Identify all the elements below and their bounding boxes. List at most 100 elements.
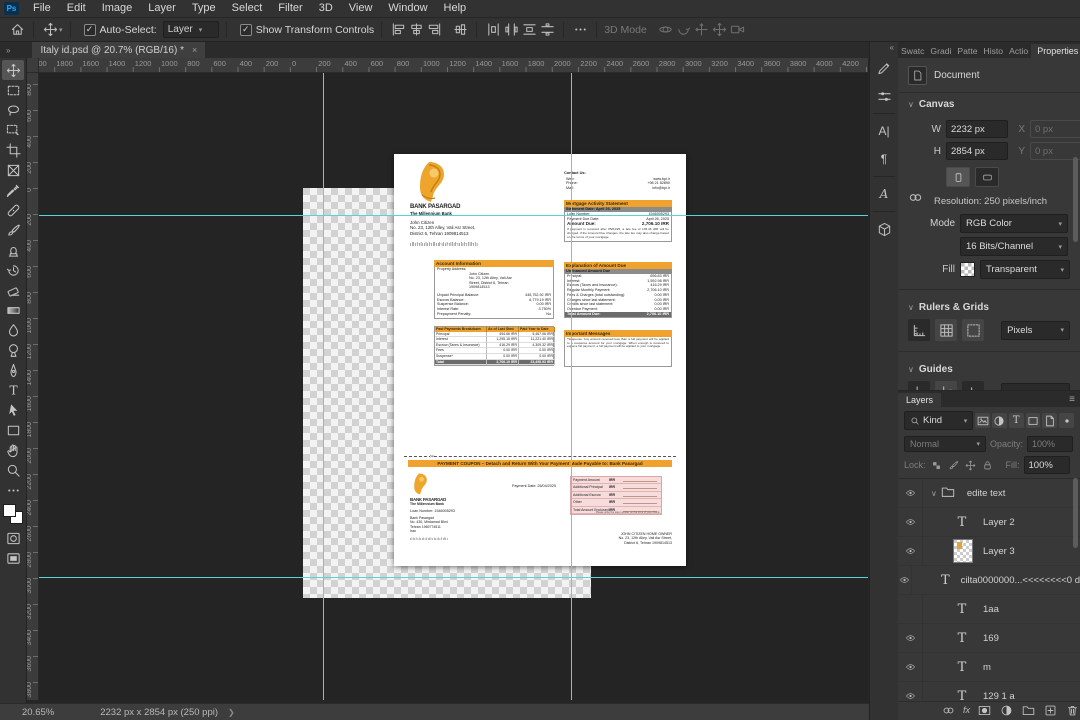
link-layers-icon[interactable] xyxy=(941,703,956,718)
toggle-pixel-grid-icon[interactable] xyxy=(962,319,985,341)
eyedropper-tool[interactable] xyxy=(2,180,24,200)
libraries-panel-icon[interactable] xyxy=(872,217,896,241)
menu-file[interactable]: File xyxy=(25,0,59,17)
lock-all-icon[interactable] xyxy=(981,459,994,472)
adjustments-panel-icon[interactable] xyxy=(872,84,896,108)
layer-visibility-toggle[interactable] xyxy=(898,479,923,507)
object-selection-tool[interactable] xyxy=(2,120,24,140)
align-right-icon[interactable] xyxy=(425,21,443,39)
width-field[interactable]: 2232 px xyxy=(946,120,1008,138)
toggle-rulers-icon[interactable] xyxy=(908,319,931,341)
move-tool[interactable] xyxy=(2,60,24,80)
glyphs-panel-icon[interactable]: A xyxy=(872,182,896,206)
filter-smart-objects-icon[interactable] xyxy=(1042,413,1058,428)
lock-transparency-icon[interactable] xyxy=(930,459,943,472)
color-mode-dropdown[interactable]: RGB Color ▾ xyxy=(960,214,1068,233)
toggle-grid-icon[interactable] xyxy=(935,319,958,341)
layer-visibility-toggle[interactable] xyxy=(898,508,923,536)
link-dimensions-icon[interactable] xyxy=(908,189,923,207)
layer-visibility-toggle[interactable] xyxy=(898,624,923,652)
units-dropdown[interactable]: Pixels ▾ xyxy=(1001,320,1070,340)
zoom-level[interactable]: 20.65% xyxy=(22,707,54,718)
distribute-horizontal-icon[interactable] xyxy=(502,21,520,39)
delete-layer-icon[interactable] xyxy=(1065,703,1080,718)
more-options-icon[interactable] xyxy=(571,21,589,39)
menu-help[interactable]: Help xyxy=(436,0,475,17)
layer-row[interactable]: Tcilta0000000...<<<<<<<<0 d xyxy=(898,566,1080,595)
menu-type[interactable]: Type xyxy=(184,0,224,17)
lock-pixels-icon[interactable] xyxy=(947,459,960,472)
type-tool[interactable]: T xyxy=(2,380,24,400)
layer-mask-icon[interactable] xyxy=(977,703,992,718)
layers-scrollbar[interactable] xyxy=(1073,478,1078,548)
distribute-top-icon[interactable] xyxy=(520,21,538,39)
dodge-tool[interactable] xyxy=(2,340,24,360)
hand-tool[interactable] xyxy=(2,440,24,460)
layer-row[interactable]: T 1aa xyxy=(898,595,1080,624)
layer-row[interactable]: T 169 xyxy=(898,624,1080,653)
crop-tool[interactable] xyxy=(2,140,24,160)
status-chevron-icon[interactable]: ❯ xyxy=(228,708,235,717)
layer-style-icon[interactable]: fx xyxy=(963,705,970,715)
show-transform-checkbox[interactable]: ✓ xyxy=(239,23,252,36)
portrait-orientation-button[interactable] xyxy=(946,167,970,187)
collapse-left-icon[interactable]: » xyxy=(0,46,14,58)
auto-select-checkbox[interactable]: ✓ xyxy=(83,23,96,36)
collapse-right-icon[interactable]: « xyxy=(890,42,898,54)
color-chips[interactable] xyxy=(3,504,23,524)
clone-stamp-tool[interactable] xyxy=(2,240,24,260)
filter-type-layers-icon[interactable]: T xyxy=(1008,413,1024,428)
opacity-field[interactable]: 100% xyxy=(1027,436,1074,452)
layer-row[interactable]: Layer 3 xyxy=(898,537,1080,566)
group-expand-caret[interactable]: ∨ xyxy=(931,489,937,498)
edit-toolbar[interactable] xyxy=(2,480,24,500)
bit-depth-dropdown[interactable]: 16 Bits/Channel ▾ xyxy=(960,237,1068,256)
menu-image[interactable]: Image xyxy=(94,0,141,17)
brush-tool[interactable] xyxy=(2,220,24,240)
fill-swatch[interactable] xyxy=(960,262,975,277)
filter-toggle-icon[interactable] xyxy=(1059,413,1074,428)
guide-horizontal-2[interactable] xyxy=(38,577,868,578)
eraser-tool[interactable] xyxy=(2,280,24,300)
path-selection-tool[interactable] xyxy=(2,400,24,420)
home-icon[interactable] xyxy=(8,21,26,39)
lasso-tool[interactable] xyxy=(2,100,24,120)
menu-view[interactable]: View xyxy=(341,0,381,17)
filter-pixel-layers-icon[interactable] xyxy=(975,413,991,428)
canvas-section-header[interactable]: ∨ Canvas xyxy=(898,93,1080,112)
guide-horizontal-1[interactable] xyxy=(38,215,868,216)
ruler-origin[interactable] xyxy=(26,58,39,73)
rulers-grids-section-header[interactable]: ∨ Rulers & Grids xyxy=(898,296,1080,315)
tab-patte[interactable]: Patte xyxy=(954,44,980,58)
tab-swatc[interactable]: Swatc xyxy=(898,44,927,58)
menu-filter[interactable]: Filter xyxy=(270,0,310,17)
filter-kind-dropdown[interactable]: Kind ▾ xyxy=(904,411,974,430)
ruler-horizontal[interactable]: 2000180016001400120010008006004002000200… xyxy=(26,58,868,73)
layer-row[interactable]: Tm xyxy=(898,653,1080,682)
move-tool-icon[interactable] xyxy=(41,21,59,39)
menu-select[interactable]: Select xyxy=(224,0,271,17)
fill-dropdown[interactable]: Transparent ▾ xyxy=(980,260,1070,279)
history-brush-tool[interactable] xyxy=(2,260,24,280)
menu-3d[interactable]: 3D xyxy=(311,0,341,17)
layers-menu-icon[interactable]: ≡ xyxy=(1069,394,1080,407)
pen-tool[interactable] xyxy=(2,360,24,380)
distribute-left-icon[interactable] xyxy=(484,21,502,39)
menu-layer[interactable]: Layer xyxy=(140,0,184,17)
align-middle-icon[interactable] xyxy=(451,21,469,39)
blend-mode-dropdown[interactable]: Normal ▾ xyxy=(904,436,986,452)
quick-mask-button[interactable] xyxy=(2,528,24,548)
character-panel-icon[interactable]: A| xyxy=(872,119,896,143)
auto-select-target-dropdown[interactable]: Layer ▾ xyxy=(162,21,219,38)
align-center-icon[interactable] xyxy=(407,21,425,39)
tab-properties[interactable]: Properties xyxy=(1031,44,1080,58)
landscape-orientation-button[interactable] xyxy=(975,167,999,187)
history-panel-icon[interactable] xyxy=(872,56,896,80)
layer-visibility-toggle[interactable] xyxy=(898,653,923,681)
new-layer-icon[interactable] xyxy=(1043,703,1058,718)
tab-layers[interactable]: Layers xyxy=(898,393,942,407)
menu-edit[interactable]: Edit xyxy=(59,0,94,17)
guide-vertical-1[interactable] xyxy=(323,72,324,700)
layers-fill-field[interactable]: 100% xyxy=(1023,456,1070,474)
layer-visibility-toggle[interactable] xyxy=(898,595,923,623)
